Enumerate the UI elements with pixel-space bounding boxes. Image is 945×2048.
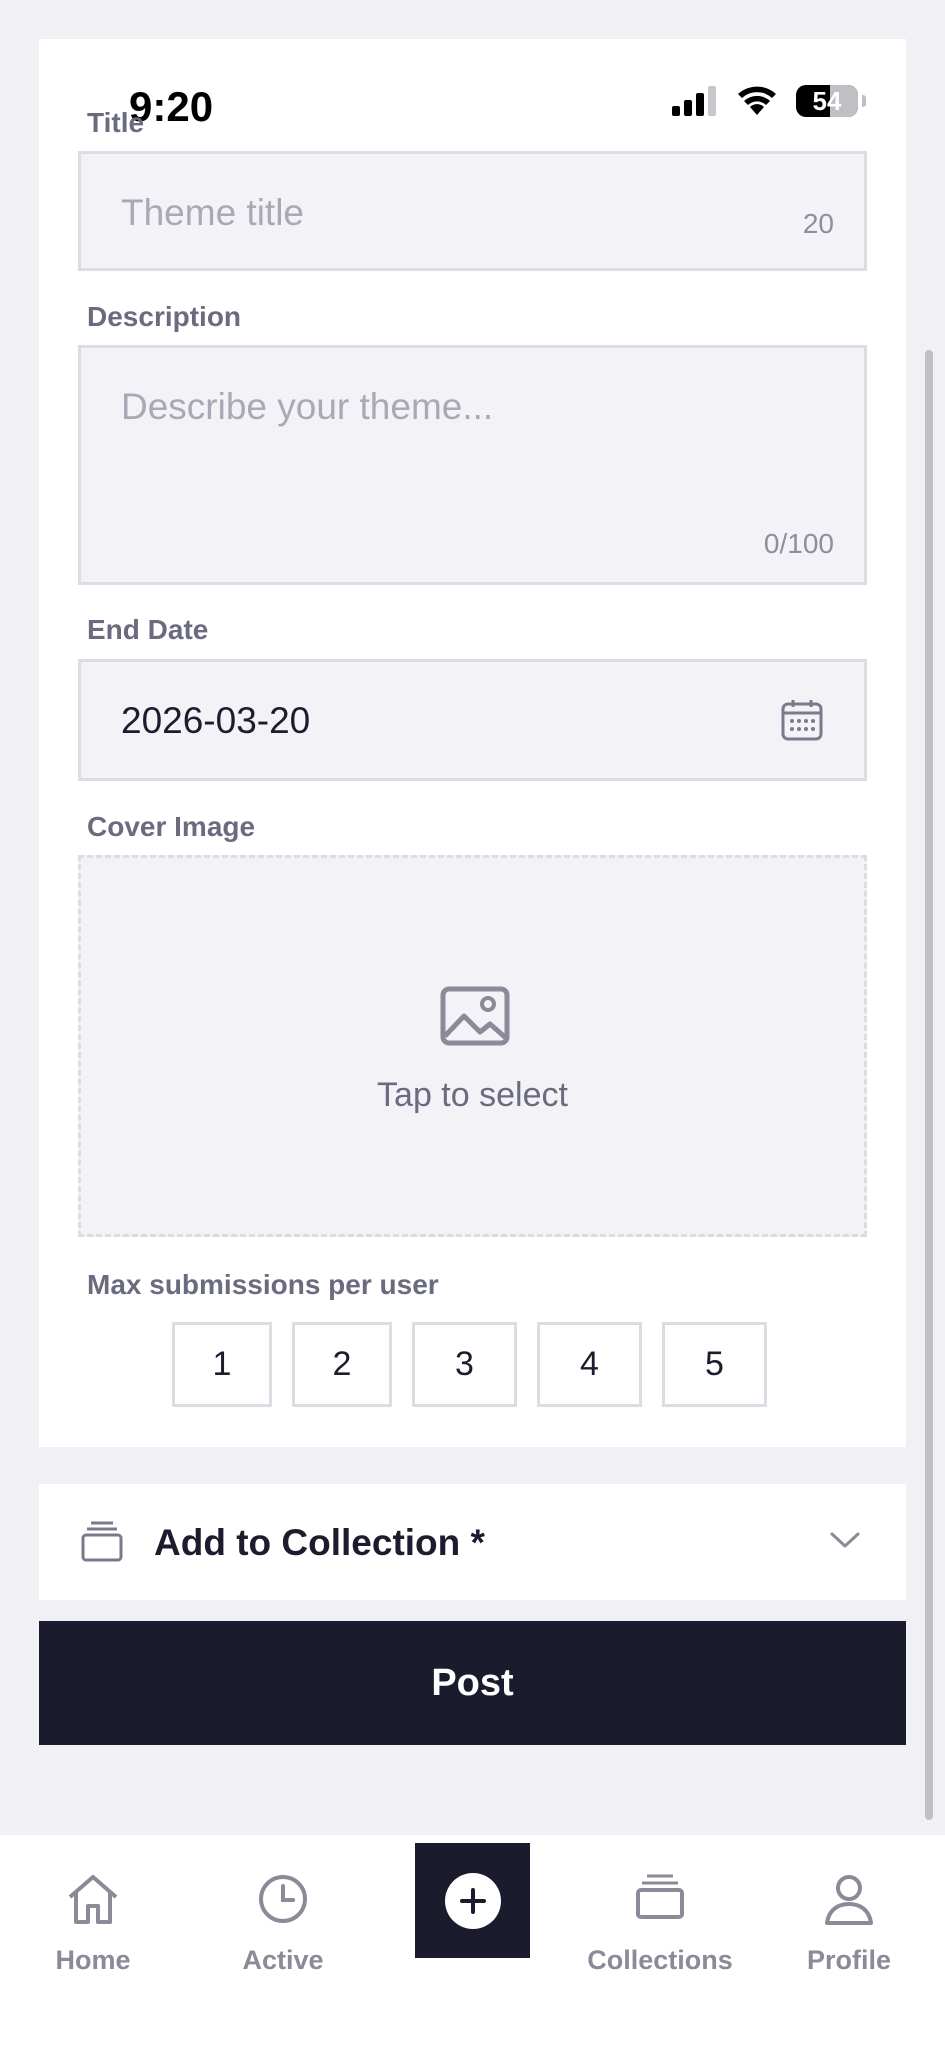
battery-icon: 54 xyxy=(796,85,858,117)
tab-home-label: Home xyxy=(55,1945,131,1975)
user-icon xyxy=(825,1875,873,1925)
create-button[interactable] xyxy=(415,1843,530,1958)
max-option-2[interactable]: 2 xyxy=(292,1322,392,1407)
cover-image-label: Cover Image xyxy=(87,811,256,842)
tab-home[interactable]: Home xyxy=(13,1835,173,1975)
description-placeholder: Describe your theme... xyxy=(121,386,494,427)
title-input[interactable]: Theme title 20 xyxy=(78,151,867,271)
chevron-down-icon xyxy=(830,1532,860,1548)
title-placeholder: Theme title xyxy=(121,192,305,233)
battery-level: 54 xyxy=(812,85,842,116)
status-icons: 54 xyxy=(672,85,866,117)
image-icon xyxy=(440,986,510,1046)
max-option-1[interactable]: 1 xyxy=(172,1322,272,1407)
add-to-collection-label: Add to Collection * xyxy=(154,1522,485,1563)
cover-image-picker[interactable]: Tap to select xyxy=(78,855,867,1237)
max-submissions-label: Max submissions per user xyxy=(87,1269,439,1300)
title-label: Title xyxy=(87,107,145,138)
end-date-label: End Date xyxy=(87,614,209,645)
calendar-icon[interactable] xyxy=(780,698,824,742)
cover-image-hint: Tap to select xyxy=(377,1076,568,1114)
description-char-counter: 0/100 xyxy=(763,528,834,559)
collection-icon xyxy=(636,1874,684,1919)
description-label: Description xyxy=(87,301,242,332)
tab-active-label: Active xyxy=(242,1945,324,1975)
max-submissions-options: 1 2 3 4 5 xyxy=(172,1322,767,1407)
signal-icon xyxy=(672,86,716,116)
end-date-value: 2026-03-20 xyxy=(121,700,311,741)
description-textarea[interactable]: Describe your theme... 0/100 xyxy=(78,345,867,585)
tab-profile-label: Profile xyxy=(806,1945,892,1975)
plus-icon xyxy=(444,1872,501,1929)
theme-form-card: 9:20 54 Title Theme title 20 Description… xyxy=(39,39,906,1447)
tab-profile[interactable]: Profile xyxy=(769,1835,929,1975)
max-option-5[interactable]: 5 xyxy=(662,1322,767,1407)
max-option-4[interactable]: 4 xyxy=(537,1322,642,1407)
bottom-tab-bar: Home Active Collections Profile xyxy=(0,1835,945,2048)
tab-collections[interactable]: Collections xyxy=(580,1835,740,1975)
collection-icon xyxy=(81,1521,123,1562)
status-bar: 9:20 54 xyxy=(39,39,906,139)
home-icon xyxy=(68,1875,118,1924)
tab-active[interactable]: Active xyxy=(203,1835,363,1975)
scrollbar[interactable] xyxy=(925,350,933,1820)
end-date-field[interactable]: 2026-03-20 xyxy=(78,659,867,781)
wifi-icon xyxy=(738,86,776,115)
tab-collections-label: Collections xyxy=(587,1945,733,1975)
post-button[interactable]: Post xyxy=(39,1621,906,1745)
title-char-counter: 20 xyxy=(802,208,834,239)
add-to-collection-row[interactable]: Add to Collection * xyxy=(39,1484,906,1600)
max-option-3[interactable]: 3 xyxy=(412,1322,517,1407)
clock-icon xyxy=(259,1875,307,1923)
